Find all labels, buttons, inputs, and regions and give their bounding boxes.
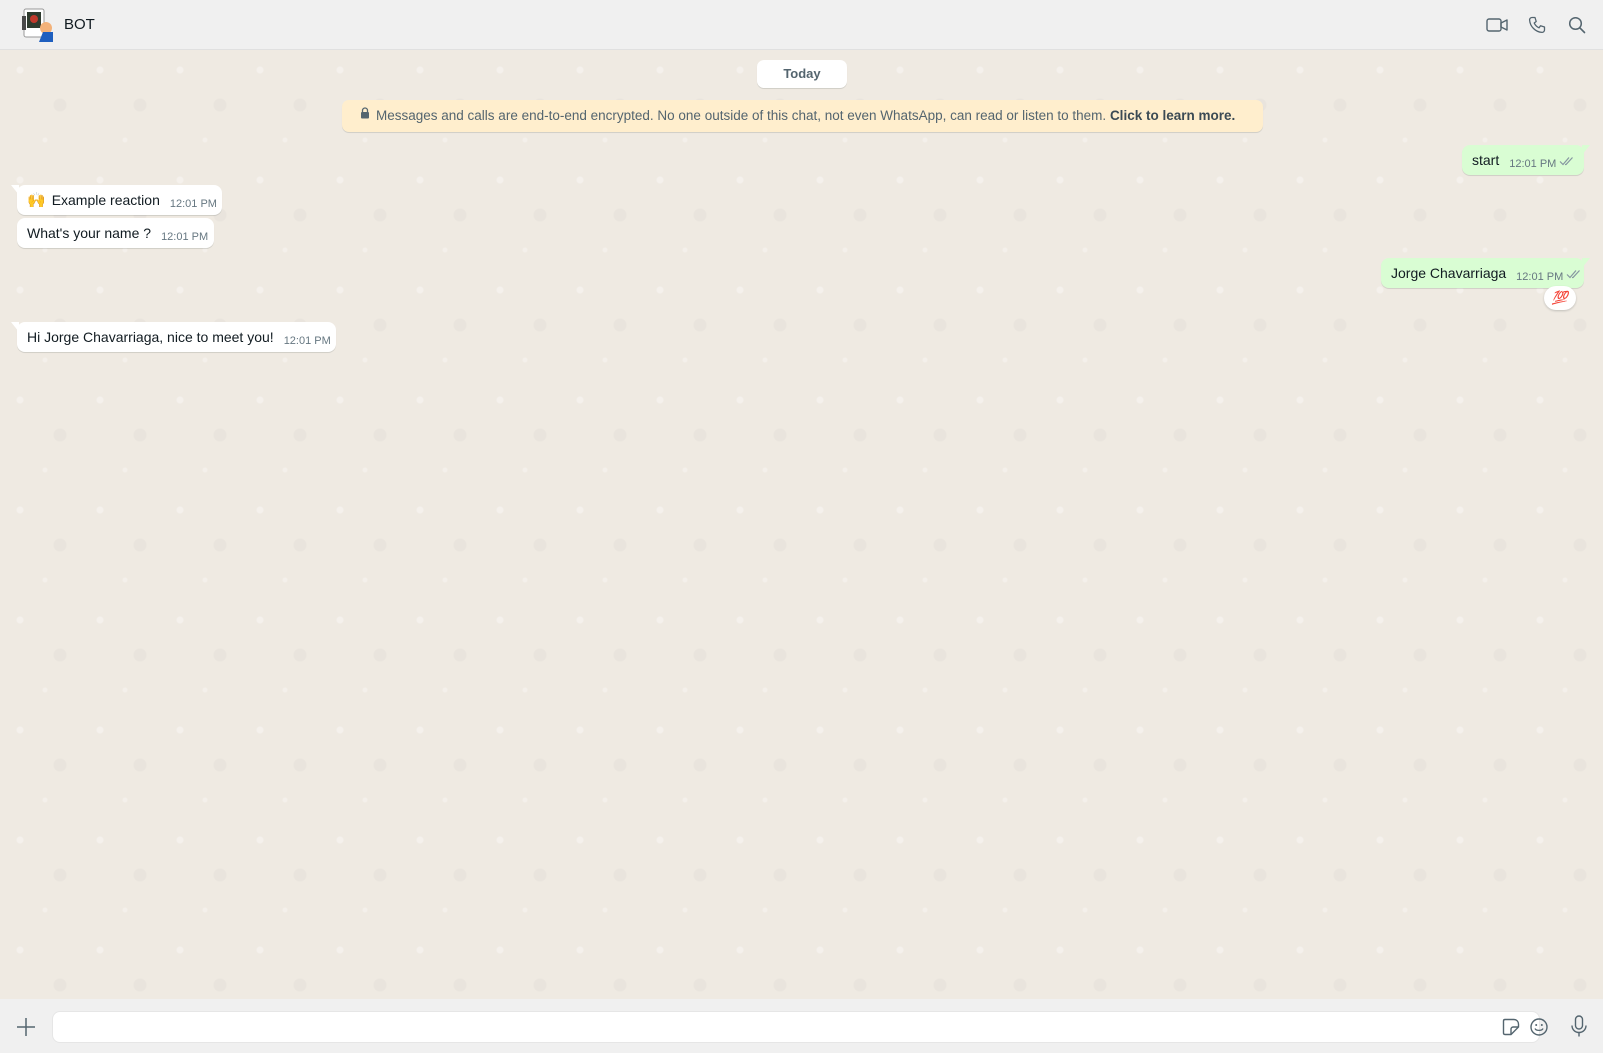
learn-more-link[interactable]: Click to learn more. — [1110, 108, 1235, 123]
message-time: 12:01 PM — [169, 198, 217, 210]
message-bubble-incoming[interactable]: Hi Jorge Chavarriaga, nice to meet you! 1… — [11, 322, 336, 352]
message-input[interactable] — [53, 1012, 1453, 1042]
lock-icon — [360, 99, 370, 131]
message-text: Hi Jorge Chavarriaga, nice to meet you! — [27, 329, 274, 345]
voice-call-icon[interactable] — [1526, 14, 1548, 36]
message-reaction[interactable]: 💯 — [1544, 286, 1576, 310]
bubble-tail — [1582, 258, 1590, 268]
message-text: Jorge Chavarriaga — [1391, 265, 1507, 281]
emoji-icon[interactable] — [1529, 1017, 1551, 1039]
search-icon[interactable] — [1566, 14, 1588, 36]
read-ticks-icon — [1559, 146, 1575, 176]
message-bubble-outgoing[interactable]: start 12:01 PM — [1462, 145, 1590, 176]
message-list[interactable]: Today Messages and calls are end-to-end … — [0, 50, 1603, 999]
read-ticks-icon — [1566, 259, 1582, 289]
message-text: start — [1472, 152, 1500, 168]
chat-header: BOT — [0, 0, 1603, 50]
sticker-icon[interactable] — [1501, 1017, 1523, 1039]
message-text: What's your name ? — [27, 225, 152, 241]
avatar-image — [22, 8, 53, 42]
message-time: 12:01 PM — [1516, 271, 1564, 283]
bubble-tail — [1582, 145, 1590, 155]
plus-icon[interactable] — [14, 1015, 38, 1039]
message-bubble-incoming[interactable]: What's your name ? 12:01 PM — [17, 218, 214, 248]
microphone-icon[interactable] — [1568, 1014, 1590, 1038]
message-time: 12:01 PM — [161, 231, 209, 243]
encryption-notice[interactable]: Messages and calls are end-to-end encryp… — [342, 100, 1263, 132]
message-bubble-outgoing[interactable]: Jorge Chavarriaga 12:01 PM — [1381, 258, 1590, 289]
bubble-tail — [11, 322, 19, 332]
message-bubble-incoming[interactable]: 🙌 Example reaction 12:01 PM — [11, 185, 222, 215]
raising-hands-emoji: 🙌 — [27, 192, 46, 209]
date-chip: Today — [757, 60, 847, 88]
message-composer — [0, 999, 1603, 1053]
message-input-container[interactable] — [52, 1011, 1548, 1043]
encryption-text: Messages and calls are end-to-end encryp… — [376, 108, 1107, 123]
message-time: 12:01 PM — [283, 335, 331, 347]
video-call-icon[interactable] — [1486, 14, 1508, 36]
message-time: 12:01 PM — [1509, 158, 1557, 170]
avatar[interactable] — [22, 8, 54, 42]
message-text: Example reaction — [51, 192, 160, 208]
bubble-tail — [11, 185, 19, 195]
chat-title[interactable]: BOT — [64, 16, 95, 33]
